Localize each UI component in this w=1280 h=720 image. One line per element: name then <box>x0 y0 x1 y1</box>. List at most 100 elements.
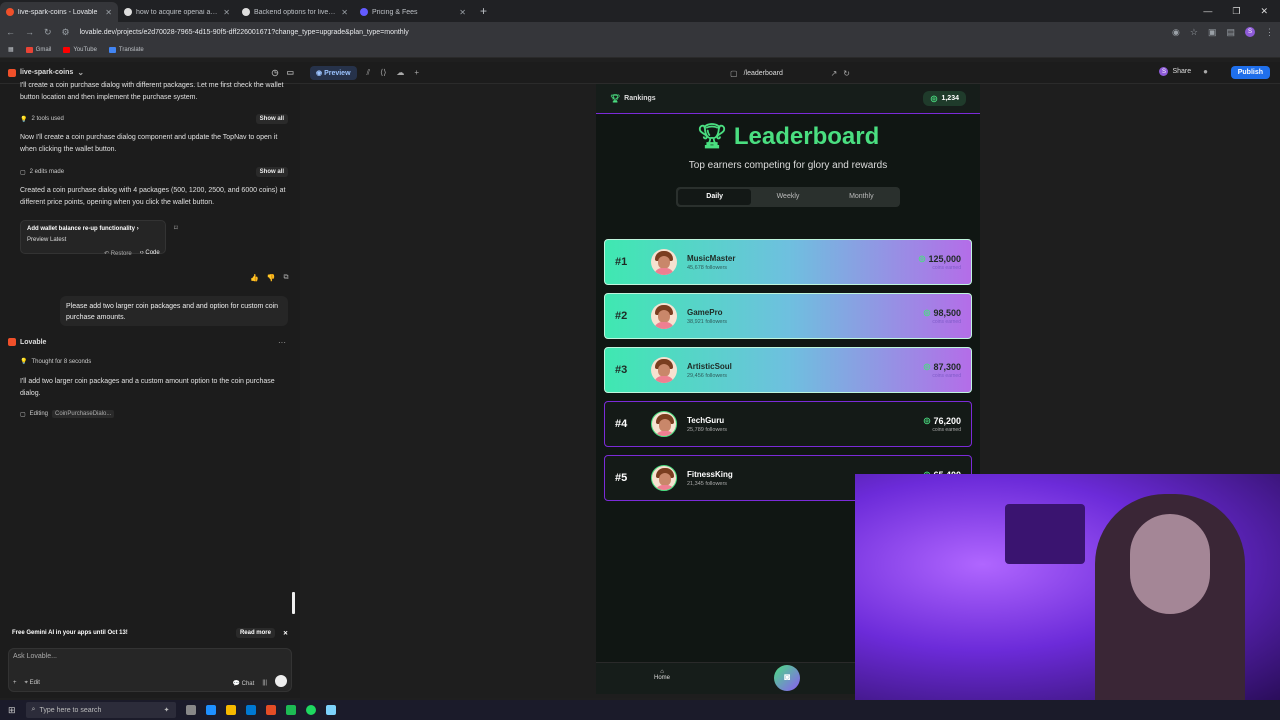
collapse-sidebar-icon[interactable]: ▭ <box>286 68 294 77</box>
task-view-icon[interactable] <box>185 705 196 715</box>
file-explorer-icon[interactable] <box>225 705 236 715</box>
thumbs-up-icon[interactable]: 👍 <box>250 274 259 282</box>
version-card[interactable]: Add wallet balance re-up functionality ›… <box>20 220 166 254</box>
leaderboard-row[interactable]: #1 MusicMaster 45,678 followers ◎ 125,000 coi… <box>604 239 972 285</box>
browser-tab[interactable]: live-spark-coins - Lovable ✕ <box>0 2 118 22</box>
url-field[interactable]: lovable.dev/projects/e2d70028-7965-4d15-… <box>80 29 1162 36</box>
voice-icon[interactable]: ||| <box>262 680 267 687</box>
bookmark-youtube[interactable]: YouTube <box>63 46 97 53</box>
copy-icon[interactable]: ⧉ <box>283 274 288 282</box>
apps-grid-icon[interactable]: ▦ <box>8 46 14 53</box>
spotify-icon[interactable] <box>305 705 316 715</box>
page-title: 🏆︎ Leaderboard <box>696 123 880 150</box>
terminal-icon[interactable] <box>285 705 296 715</box>
maximize-icon[interactable]: ❐ <box>1232 6 1240 17</box>
share-button[interactable]: S Share ● <box>1159 67 1208 76</box>
sidebar-icon[interactable]: ▤ <box>1226 27 1235 38</box>
wallet-button[interactable]: ◎ 1,234 <box>923 91 966 106</box>
bookmark-icon[interactable]: ⌑ <box>174 224 178 232</box>
leader-name: TechGuru <box>687 415 725 425</box>
bookmark-gmail[interactable]: Gmail <box>25 46 51 53</box>
refresh-preview-icon[interactable]: ↻ <box>843 69 850 78</box>
browser-tab-bar: live-spark-coins - Lovable ✕ how to acqu… <box>0 0 1280 22</box>
site-info-icon[interactable]: ⚙ <box>62 27 70 38</box>
close-banner-icon[interactable]: ✕ <box>283 630 288 637</box>
code-view-icon[interactable]: ⟨⟩ <box>380 68 386 77</box>
close-tab-icon[interactable]: ✕ <box>341 8 348 17</box>
leader-name: MusicMaster <box>687 253 736 263</box>
open-external-icon[interactable]: ↗ <box>831 69 838 78</box>
new-tab-button[interactable]: + <box>472 2 495 22</box>
avatar <box>651 465 677 491</box>
leader-info: GamePro 38,921 followers <box>687 308 923 325</box>
coins-earned-label: coins earned <box>932 318 961 325</box>
incognito-icon[interactable]: ◉ <box>1172 27 1180 38</box>
edit-mode-button[interactable]: ⌖ Edit <box>25 680 40 687</box>
coins-icon: ◎ <box>918 254 926 263</box>
edge-icon[interactable] <box>205 705 216 715</box>
taskbar-search[interactable]: ⌕ Type here to search ✦ <box>25 702 176 718</box>
go-live-button[interactable]: ◙ <box>774 665 800 691</box>
more-options-icon[interactable]: ··· <box>278 338 286 347</box>
leaderboard-row[interactable]: #4 TechGuru 25,789 followers ◎ 76,200 coins e… <box>604 401 972 447</box>
browser-tab[interactable]: how to acquire openai api key ✕ <box>118 2 236 22</box>
forward-icon[interactable]: → <box>25 27 34 37</box>
close-tab-icon[interactable]: ✕ <box>105 8 112 17</box>
code-button[interactable]: ‹› Code <box>140 250 160 257</box>
lovable-logo-icon <box>8 338 16 346</box>
chevron-down-icon: ⌄ <box>77 68 85 77</box>
tab-title: live-spark-coins - Lovable <box>18 8 98 16</box>
close-tab-icon[interactable]: ✕ <box>223 8 230 17</box>
thumbs-down-icon[interactable]: 👎 <box>267 274 276 282</box>
chrome-icon[interactable] <box>265 705 276 715</box>
close-window-icon[interactable]: ✕ <box>1260 6 1268 17</box>
tab-weekly[interactable]: Weekly <box>751 189 824 205</box>
analytics-icon[interactable]: ⫽ <box>367 68 371 78</box>
chat-scrollbar[interactable] <box>292 592 295 614</box>
preview-latest-link[interactable]: Preview Latest <box>27 237 159 243</box>
read-more-button[interactable]: Read more <box>235 628 275 638</box>
menu-dots-icon[interactable]: ⋮ <box>1265 27 1274 38</box>
tab-daily[interactable]: Daily <box>678 189 752 205</box>
home-nav-button[interactable]: ⌂ Home <box>652 669 672 681</box>
browser-tab[interactable]: Pricing & Fees ✕ <box>354 2 472 22</box>
extensions-icon[interactable]: ▣ <box>1208 27 1217 38</box>
history-icon[interactable]: ◷ <box>271 68 278 77</box>
leaderboard-row[interactable]: #3 ArtisticSoul 29,456 followers ◎ 87,300 coi… <box>604 347 972 393</box>
file-icon: ▢ <box>20 169 26 176</box>
show-all-button[interactable]: Show all <box>255 114 288 124</box>
add-icon[interactable]: + <box>414 68 419 77</box>
publish-button[interactable]: Publish <box>1230 66 1270 79</box>
browser-tab[interactable]: Backend options for livestream ✕ <box>236 2 354 22</box>
outlook-icon[interactable] <box>245 705 256 715</box>
cloud-icon[interactable]: ☁ <box>396 68 404 77</box>
leaderboard-row[interactable]: #2 GamePro 38,921 followers ◎ 98,500 coins ea… <box>604 293 972 339</box>
version-title: Add wallet balance re-up functionality <box>27 226 136 232</box>
webcam-overlay <box>855 474 1280 700</box>
attach-icon[interactable]: + <box>13 680 17 687</box>
rank-label: #5 <box>615 472 628 484</box>
chat-input[interactable]: Ask Lovable... + ⌖ Edit 💬 Chat ||| <box>8 648 292 692</box>
restore-button[interactable]: ↶ Restore <box>104 250 132 257</box>
route-field[interactable]: /leaderboard <box>744 70 783 77</box>
bookmark-translate[interactable]: Translate <box>108 46 144 53</box>
minimize-icon[interactable]: — <box>1203 6 1212 16</box>
chat-mode-button[interactable]: 💬 Chat <box>232 680 254 687</box>
show-all-button[interactable]: Show all <box>255 167 288 177</box>
app-icon[interactable] <box>325 705 336 715</box>
project-menu[interactable]: live-spark-coins ⌄ ◷ ▭ <box>0 68 300 77</box>
reload-icon[interactable]: ↻ <box>44 27 52 38</box>
preview-toggle[interactable]: ◉ Preview <box>310 65 357 80</box>
close-tab-icon[interactable]: ✕ <box>459 8 466 17</box>
send-button[interactable] <box>275 675 287 687</box>
back-icon[interactable]: ← <box>6 27 15 37</box>
bookmark-star-icon[interactable]: ☆ <box>1190 27 1198 38</box>
windows-start-icon[interactable]: ⊞ <box>8 705 16 716</box>
tab-title: how to acquire openai api key <box>136 8 219 16</box>
coins-earned-label: coins earned <box>932 426 961 433</box>
leader-name: ArtisticSoul <box>687 361 732 371</box>
github-icon[interactable]: ● <box>1203 67 1208 76</box>
tab-monthly[interactable]: Monthly <box>825 189 898 205</box>
user-message: Please add two larger coin packages and … <box>60 296 288 326</box>
profile-avatar[interactable]: S <box>1245 27 1255 37</box>
